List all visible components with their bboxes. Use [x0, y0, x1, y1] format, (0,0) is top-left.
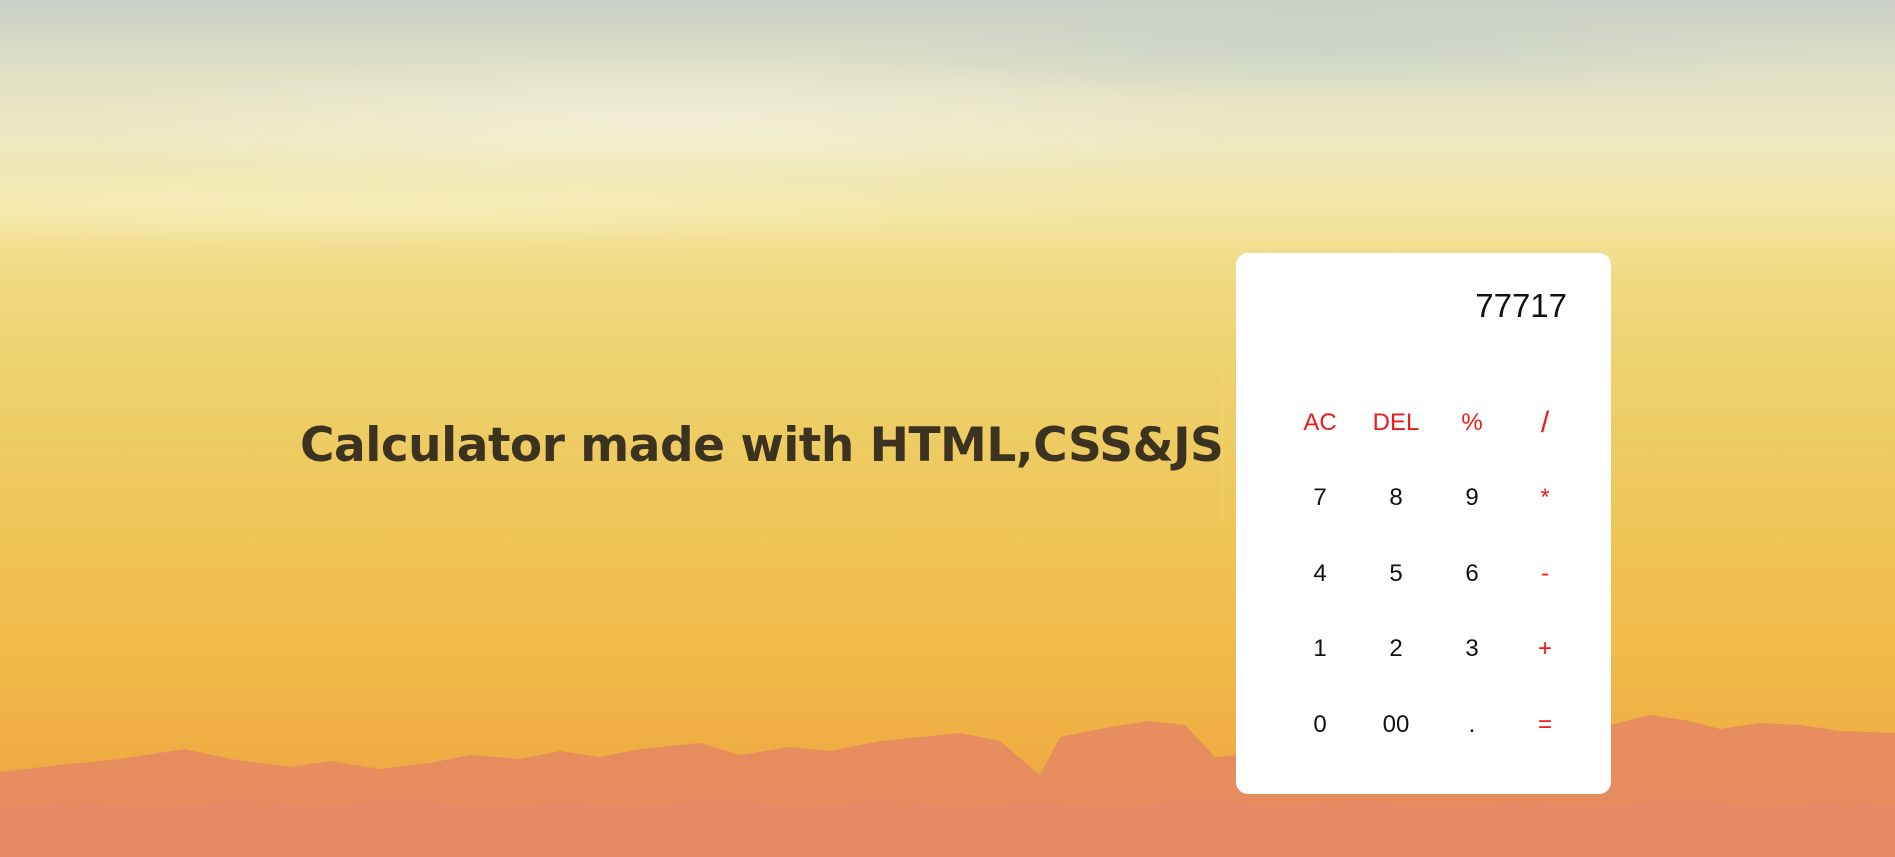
calculator-display: 77717 — [1475, 287, 1567, 324]
digit-8-key[interactable]: 8 — [1358, 461, 1434, 537]
multiply-key[interactable]: * — [1510, 461, 1580, 537]
digit-5-key[interactable]: 5 — [1358, 536, 1434, 612]
divide-key[interactable]: / — [1510, 385, 1580, 461]
decimal-key[interactable]: . — [1434, 687, 1510, 763]
digit-1-key[interactable]: 1 — [1282, 612, 1358, 688]
digit-6-key[interactable]: 6 — [1434, 536, 1510, 612]
digit-7-key[interactable]: 7 — [1282, 461, 1358, 537]
percent-key[interactable]: % — [1434, 385, 1510, 461]
page-headline: Calculator made with HTML,CSS&JS — [300, 418, 1224, 473]
digit-3-key[interactable]: 3 — [1434, 612, 1510, 688]
digit-0-key[interactable]: 0 — [1282, 687, 1358, 763]
digit-2-key[interactable]: 2 — [1358, 612, 1434, 688]
calculator-keypad: AC DEL%/ 7 8 9 * 4 5 6- 1 2 3 +0 00. = — [1282, 385, 1580, 763]
divider-line — [1222, 372, 1223, 522]
digit-4-key[interactable]: 4 — [1282, 536, 1358, 612]
delete-key[interactable]: DEL — [1358, 385, 1434, 461]
calculator-card: 77717 AC DEL%/ 7 8 9 * 4 5 6- 1 2 3 +0 00. = — [1236, 253, 1611, 794]
equals-key[interactable]: = — [1510, 687, 1580, 763]
subtract-key[interactable]: - — [1510, 536, 1580, 612]
double-zero-key[interactable]: 00 — [1358, 687, 1434, 763]
add-key[interactable]: + — [1510, 612, 1580, 688]
digit-9-key[interactable]: 9 — [1434, 461, 1510, 537]
all-clear-key[interactable]: AC — [1282, 385, 1358, 461]
